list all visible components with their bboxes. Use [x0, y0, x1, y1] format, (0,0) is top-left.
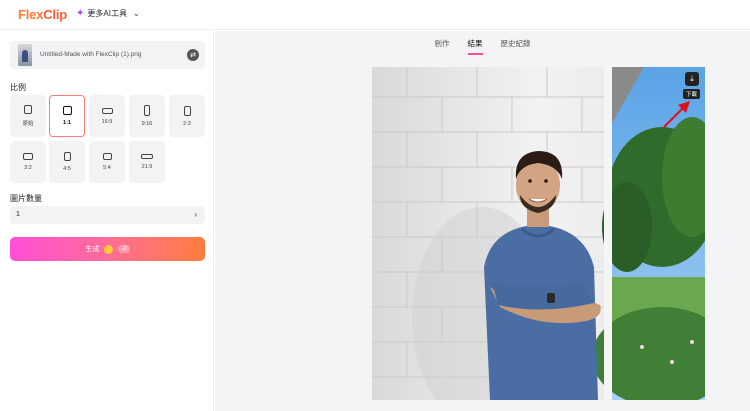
tab-result[interactable]: 結果 — [467, 31, 483, 55]
download-icon: ⤓ — [690, 74, 694, 83]
ratio-option-4-5[interactable]: 4:5 — [49, 141, 85, 183]
ai-tools-menu[interactable]: ✦ 更多AI工具 ⌄ — [76, 8, 140, 19]
tab-create[interactable]: 創作 — [435, 31, 450, 55]
image-count-select[interactable]: 1 › — [10, 206, 205, 224]
top-bar: Flex Clip ✦ 更多AI工具 ⌄ — [0, 0, 750, 30]
generated-photo-illustration — [372, 67, 705, 400]
ratio-tall-icon — [144, 105, 150, 116]
ratio-portrait-icon — [63, 152, 71, 161]
result-tabs: 創作 結果 歷史紀錄 — [215, 31, 750, 55]
image-count-label: 圖片數量 — [10, 194, 42, 203]
ratio-option-3-2[interactable]: 3:2 — [10, 141, 46, 183]
ratio-option-21-9[interactable]: 21:9 — [129, 141, 165, 183]
ratio-option-9-16[interactable]: 9:16 — [129, 95, 165, 137]
credit-coin-icon — [104, 244, 114, 254]
source-file-card[interactable]: Untitled-Made with FlexClip (1).png ⇄ — [10, 41, 205, 69]
ratio-option-label: 1:1 — [63, 120, 71, 126]
sparkle-icon: ✦ — [76, 8, 85, 19]
ai-tools-label: 更多AI工具 — [87, 9, 127, 18]
ratio-landscape-icon — [102, 153, 112, 160]
ratio-option-label: 3:2 — [24, 165, 32, 171]
settings-panel: Untitled-Made with FlexClip (1).png ⇄ 比例… — [0, 31, 214, 411]
ratio-option-5-4[interactable]: 5:4 — [89, 141, 125, 183]
chevron-down-icon: ⌄ — [132, 9, 140, 18]
ratio-wide-icon — [101, 107, 113, 114]
ratio-label: 比例 — [10, 83, 26, 92]
logo-clip-text: Clip — [43, 7, 67, 22]
logo-flex-text: Flex — [18, 7, 44, 22]
ratio-square-icon — [62, 106, 72, 115]
credit-cost: -2 — [118, 245, 130, 253]
source-thumbnail — [18, 44, 32, 66]
ratio-option-original[interactable]: 原始 — [10, 95, 46, 137]
flexclip-logo[interactable]: Flex Clip — [18, 7, 67, 22]
ratio-option-1-1[interactable]: 1:1 — [49, 95, 85, 137]
source-file-name: Untitled-Made with FlexClip (1).png — [40, 51, 142, 58]
ratio-option-2-3[interactable]: 2:3 — [169, 95, 205, 137]
tab-history[interactable]: 歷史紀錄 — [501, 31, 531, 55]
ratio-option-label: 5:4 — [103, 165, 111, 171]
ratio-original-icon — [24, 105, 32, 114]
ratio-option-label: 21:9 — [141, 164, 153, 170]
ratio-option-label: 4:5 — [63, 166, 71, 172]
chevron-right-icon: › — [194, 210, 197, 219]
ratio-ultrawide-icon — [141, 154, 153, 159]
generate-label: 生成 — [85, 246, 100, 253]
download-button[interactable]: ⤓ — [685, 72, 699, 86]
generated-image: ⤓ 下載 — [372, 67, 705, 400]
ratio-option-label: 9:16 — [141, 121, 153, 127]
ratio-option-label: 原始 — [22, 121, 34, 127]
annotation-arrow — [663, 101, 690, 128]
ratio-option-label: 2:3 — [183, 120, 191, 127]
preview-area: 創作 結果 歷史紀錄 ⤓ 下載 — [215, 31, 750, 411]
ratio-option-16-9[interactable]: 16:9 — [89, 95, 125, 137]
ratio-landscape-icon — [23, 153, 33, 160]
ratio-option-label: 16:9 — [101, 118, 113, 125]
replace-file-icon[interactable]: ⇄ — [187, 49, 199, 61]
image-count-value: 1 — [16, 211, 20, 218]
ratio-portrait-icon — [183, 105, 191, 116]
generate-button[interactable]: 生成 -2 — [10, 237, 205, 261]
